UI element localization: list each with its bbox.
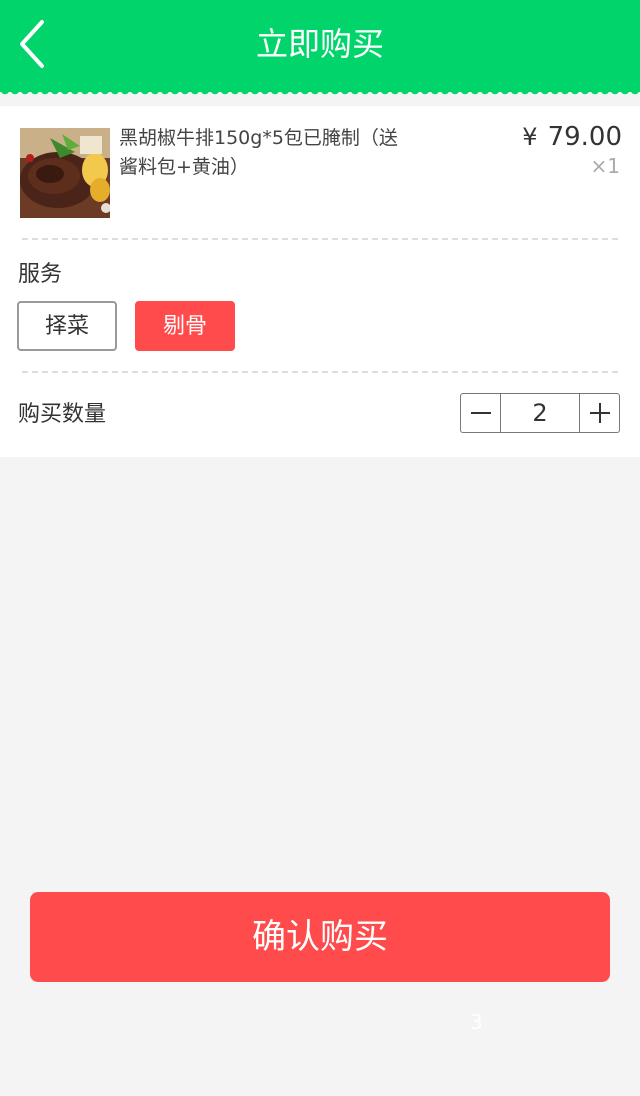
page-title: 立即购买 bbox=[255, 25, 384, 63]
header-wave-edge bbox=[0, 90, 640, 98]
service-label: 服务 bbox=[18, 262, 63, 287]
quantity-label: 购买数量 bbox=[18, 402, 107, 427]
minus-icon bbox=[470, 412, 491, 414]
page-number: 3 bbox=[470, 1010, 483, 1034]
service-option-debone[interactable]: 剔骨 bbox=[135, 301, 235, 351]
top-nav-bar: 立即购买 bbox=[0, 0, 640, 98]
product-image bbox=[20, 128, 110, 218]
divider bbox=[22, 238, 618, 240]
quantity-stepper: 2 bbox=[460, 393, 620, 433]
decrement-button[interactable] bbox=[461, 394, 501, 432]
product-name: 黑胡椒牛排150g*5包已腌制（送酱料包+黄油） bbox=[119, 127, 398, 178]
plus-icon bbox=[589, 403, 610, 423]
divider bbox=[22, 371, 618, 373]
increment-button[interactable] bbox=[579, 394, 619, 432]
product-quantity-tag: ×1 bbox=[590, 154, 620, 178]
price-value: 79.00 bbox=[547, 122, 622, 152]
service-option-pick-vegetables[interactable]: 择菜 bbox=[17, 301, 117, 351]
quantity-input[interactable]: 2 bbox=[501, 394, 579, 432]
steak-photo bbox=[20, 128, 110, 218]
product-price: ¥79.00 bbox=[522, 122, 622, 152]
confirm-purchase-button[interactable]: 确认购买 bbox=[30, 892, 610, 982]
order-card: 黑胡椒牛排150g*5包已腌制（送酱料包+黄油） ¥79.00 ×1 服务 择菜… bbox=[0, 106, 640, 457]
currency-symbol: ¥ bbox=[522, 123, 538, 151]
